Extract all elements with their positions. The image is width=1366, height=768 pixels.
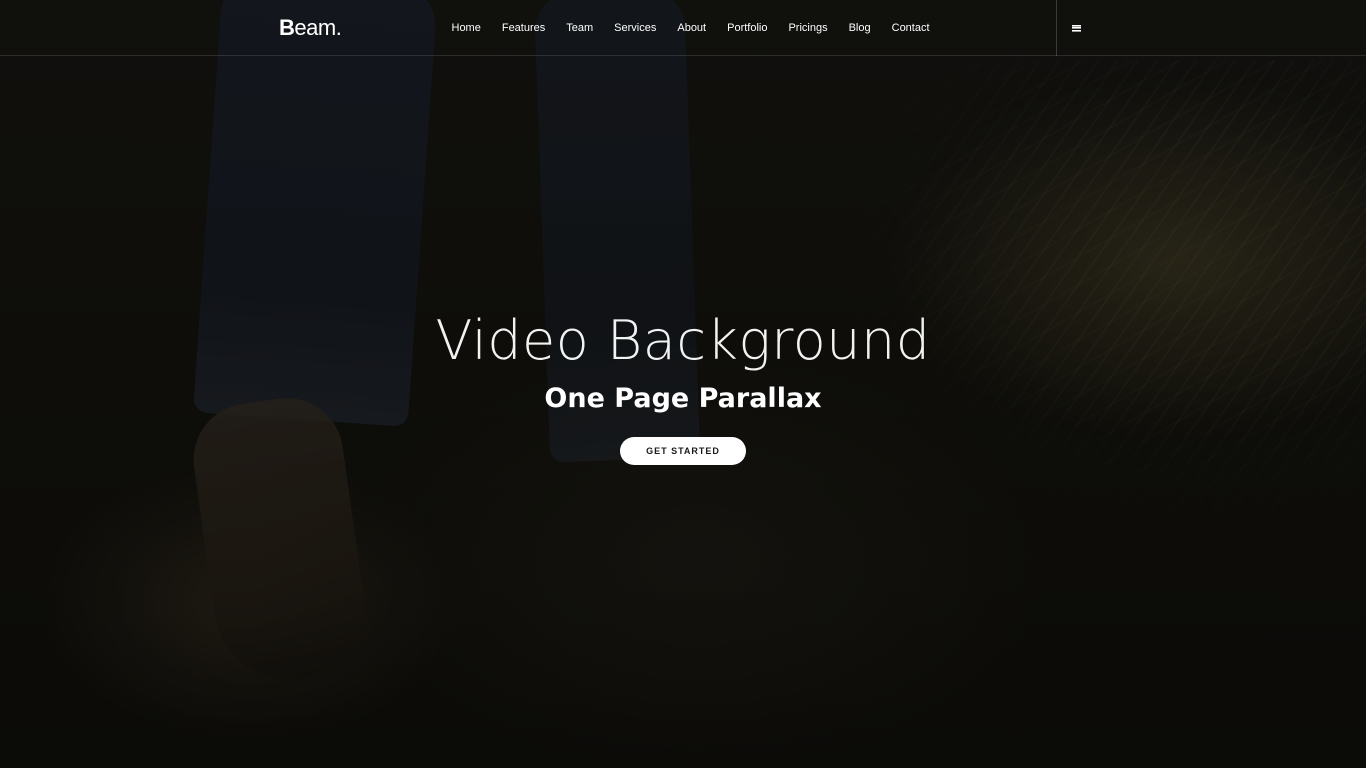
nav-link-blog[interactable]: Blog	[838, 0, 881, 56]
get-started-button[interactable]: GET STARTED	[620, 437, 746, 465]
hamburger-menu-icon[interactable]	[1066, 18, 1086, 38]
hamburger-bars	[1071, 24, 1081, 32]
hero-section: Beam. Home Features Team Services About …	[0, 0, 1366, 768]
main-nav: Home Features Team Services About Portfo…	[441, 0, 940, 56]
nav-link-home[interactable]: Home	[441, 0, 491, 56]
hero-content: Video Background One Page Parallax GET S…	[0, 300, 1366, 465]
nav-link-portfolio[interactable]: Portfolio	[717, 0, 778, 56]
brand-logo[interactable]: Beam.	[279, 13, 342, 43]
nav-link-pricings[interactable]: Pricings	[778, 0, 838, 56]
logo-text-rest: eam.	[294, 15, 342, 40]
nav-link-services[interactable]: Services	[604, 0, 667, 56]
logo-text-bold: B	[279, 15, 295, 40]
nav-link-team[interactable]: Team	[556, 0, 604, 56]
nav-link-about[interactable]: About	[667, 0, 717, 56]
top-navbar: Beam. Home Features Team Services About …	[0, 0, 1366, 56]
nav-divider	[1056, 0, 1057, 56]
hero-subtitle: One Page Parallax	[544, 383, 822, 414]
nav-link-features[interactable]: Features	[491, 0, 555, 56]
nav-link-contact[interactable]: Contact	[881, 0, 940, 56]
hero-title: Video Background	[435, 309, 931, 372]
